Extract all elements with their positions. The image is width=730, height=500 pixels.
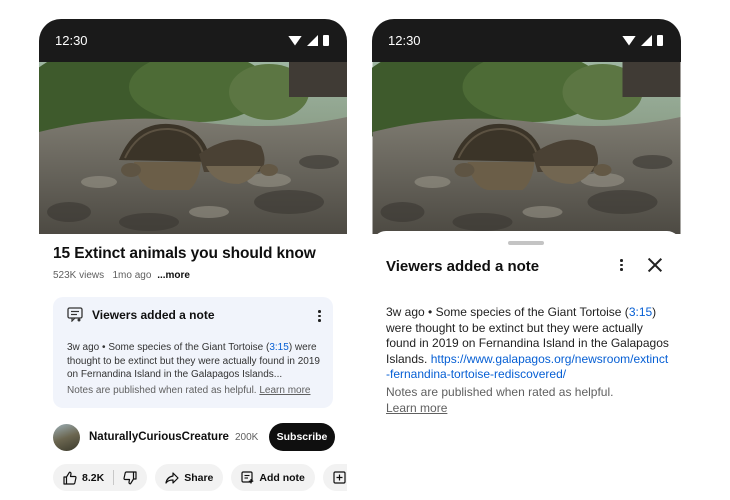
note-text: 3w ago • Some species of the Giant Torto…: [67, 341, 325, 382]
battery-icon: [323, 35, 329, 46]
viewer-note-card[interactable]: Viewers added a note 3w ago • Some speci…: [53, 297, 333, 408]
phone-screen-note-sheet: 12:30 Viewers added a note 3w ago • Some…: [372, 19, 681, 500]
video-thumbnail: [372, 62, 681, 234]
note-separator: •: [428, 305, 433, 319]
notes-icon: [67, 307, 83, 322]
like-count: 8.2K: [82, 471, 105, 484]
video-metadata: 523K views 1mo ago ...more: [53, 270, 190, 281]
more-vert-icon[interactable]: [318, 310, 321, 322]
video-player[interactable]: [39, 62, 347, 234]
note-footer-text: Notes are published when rated as helpfu…: [67, 385, 257, 396]
close-icon[interactable]: [648, 258, 662, 272]
note-timestamp-link[interactable]: 3:15: [269, 342, 288, 353]
note-separator: •: [102, 342, 106, 353]
note-age: 3w ago: [67, 342, 100, 353]
cellular-icon: [641, 35, 652, 46]
like-dislike-button[interactable]: 8.2K: [53, 464, 148, 491]
add-note-button[interactable]: Add note: [231, 464, 315, 491]
thumbs-down-icon[interactable]: [123, 470, 137, 485]
source-link[interactable]: https://www.galapagos.org/newsroom/extin…: [386, 352, 668, 382]
status-icons: [288, 35, 329, 46]
note-bottom-sheet: Viewers added a note 3w ago • Some speci…: [372, 231, 681, 500]
note-timestamp-link[interactable]: 3:15: [629, 305, 652, 319]
channel-name[interactable]: NaturallyCuriousCreature: [89, 431, 229, 443]
upload-age: 1mo ago: [112, 270, 152, 281]
channel-avatar[interactable]: [53, 423, 80, 451]
battery-icon: [657, 35, 663, 46]
action-row: 8.2K Share Add note: [53, 464, 347, 491]
wifi-icon: [288, 35, 302, 46]
note-age: 3w ago: [386, 305, 425, 319]
note-card-header: Viewers added a note: [67, 307, 215, 322]
add-note-icon: [241, 471, 254, 484]
add-note-label: Add note: [259, 471, 305, 484]
more-description-link[interactable]: ...more: [157, 270, 190, 281]
save-icon: [333, 471, 346, 484]
note-card-heading: Viewers added a note: [92, 307, 215, 322]
subscribe-button[interactable]: Subscribe: [269, 423, 335, 451]
note-text-start: Some species of the Giant Tortoise (: [435, 305, 629, 319]
view-count: 523K views: [53, 270, 105, 281]
status-time: 12:30: [388, 33, 421, 48]
wifi-icon: [622, 35, 636, 46]
video-title: 15 Extinct animals you should know: [53, 245, 316, 262]
learn-more-link[interactable]: Learn more: [386, 401, 447, 417]
sheet-title: Viewers added a note: [386, 258, 540, 275]
share-icon: [165, 471, 179, 484]
status-bar: 12:30: [372, 19, 681, 62]
cellular-icon: [307, 35, 318, 46]
phone-screen-video-page: 12:30 15 Extinct animals you should know…: [39, 19, 347, 500]
share-button[interactable]: Share: [155, 464, 224, 491]
thumbs-up-icon[interactable]: [63, 471, 77, 485]
status-icons: [622, 35, 663, 46]
save-button[interactable]: Sa: [322, 464, 347, 491]
more-vert-icon[interactable]: [620, 259, 623, 271]
video-player[interactable]: [372, 62, 681, 234]
status-bar: 12:30: [39, 19, 347, 62]
subscriber-count: 200K: [234, 431, 259, 443]
sheet-drag-handle[interactable]: [508, 241, 544, 245]
like-divider: [113, 470, 115, 485]
sheet-footer: Notes are published when rated as helpfu…: [386, 385, 656, 416]
channel-row: NaturallyCuriousCreature 200K Subscribe: [53, 423, 335, 451]
video-thumbnail: [39, 62, 347, 234]
note-footer: Notes are published when rated as helpfu…: [67, 385, 311, 396]
note-text-start: Some species of the Giant Tortoise (: [108, 342, 270, 353]
share-label: Share: [184, 471, 214, 484]
note-full-text: 3w ago • Some species of the Giant Torto…: [386, 305, 672, 383]
sheet-footer-text: Notes are published when rated as helpfu…: [386, 385, 614, 399]
status-time: 12:30: [55, 33, 88, 48]
learn-more-link[interactable]: Learn more: [259, 385, 310, 396]
